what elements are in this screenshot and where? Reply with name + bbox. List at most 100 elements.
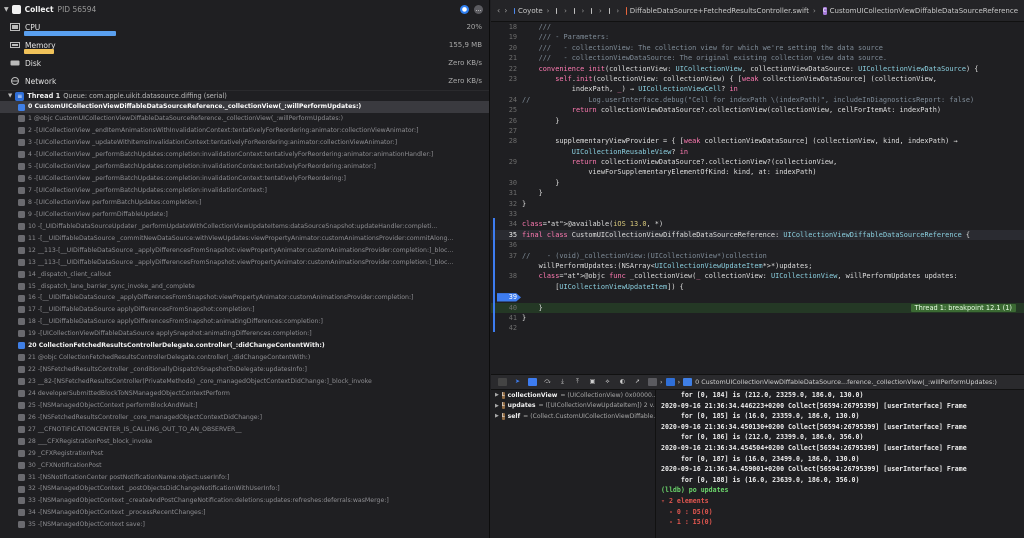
- stack-frame-row[interactable]: 35 -[NSManagedObjectContext save:]: [0, 519, 489, 531]
- stack-frame-row[interactable]: 3 -[UICollectionView _updateWithItemsInv…: [0, 137, 489, 149]
- disclosure-triangle-icon[interactable]: ▶: [495, 392, 499, 398]
- step-over-icon[interactable]: ⤼: [543, 378, 552, 386]
- code-line[interactable]: 33: [491, 209, 1024, 219]
- code-line[interactable]: 30 }: [491, 178, 1024, 188]
- stack-frame-row[interactable]: 9 -[UICollectionView performDiffableUpda…: [0, 208, 489, 220]
- code-line[interactable]: 29 return collectionViewDataSource?.coll…: [491, 157, 1024, 167]
- stack-frame-row[interactable]: 14 _dispatch_client_callout: [0, 268, 489, 280]
- stack-frame-row[interactable]: 18 -[__UIDiffableDataSource applyDiffere…: [0, 316, 489, 328]
- code-line[interactable]: 21 /// - collectionViewDataSource: The o…: [491, 53, 1024, 63]
- disclosure-triangle-icon[interactable]: ▶: [495, 403, 499, 409]
- code-line[interactable]: 40 } Thread 1: breakpoint 12.1 (1): [491, 302, 1024, 313]
- code-line[interactable]: 35 final class CustomUICollectionViewDiff…: [491, 229, 1024, 241]
- code-line[interactable]: 24 // Log.userInterface.debug("Cell for i…: [491, 95, 1024, 105]
- nav-forward-icon[interactable]: ›: [504, 6, 507, 15]
- stack-frame-row[interactable]: 23 __82-[NSFetchedResultsController(Priv…: [0, 376, 489, 388]
- stack-frame-row[interactable]: 16 -[__UIDiffableDataSource _applyDiffer…: [0, 292, 489, 304]
- disclosure-triangle-icon[interactable]: ▼: [8, 93, 12, 99]
- stack-frame-row[interactable]: 22 -[NSFetchedResultsController _conditi…: [0, 364, 489, 376]
- code-line[interactable]: 25 return collectionViewDataSource?.coll…: [491, 105, 1024, 115]
- gauge-memory[interactable]: Memory 155,9 MB: [0, 36, 489, 54]
- code-line[interactable]: 28 supplementaryViewProvider = { [weak c…: [491, 136, 1024, 146]
- code-line[interactable]: viewForSupplementaryElementOfKind: kind,…: [491, 167, 1024, 177]
- code-line[interactable]: 19 /// - Parameters:: [491, 32, 1024, 42]
- code-line[interactable]: willPerformUpdates:(NSArray<UICollection…: [491, 261, 1024, 271]
- code-line[interactable]: 41}: [491, 313, 1024, 323]
- stack-frame-row[interactable]: 0 CustomUICollectionViewDiffableDataSour…: [0, 101, 489, 113]
- stack-frame-row[interactable]: 30 _CFXNotificationPost: [0, 459, 489, 471]
- debug-frame-path[interactable]: 0 CustomUICollectionViewDiffableDataSour…: [695, 378, 997, 386]
- folder-icon[interactable]: [556, 7, 558, 14]
- stack-frame-row[interactable]: 8 -[UICollectionView performBatchUpdates…: [0, 197, 489, 209]
- code-line[interactable]: 22 convenience init(collectionView: UICo…: [491, 64, 1024, 74]
- thread-row[interactable]: ▼ ≡ Thread 1 Queue: com.apple.uikit.data…: [0, 90, 489, 101]
- stack-frame-row[interactable]: 7 -[UICollectionView _performBatchUpdate…: [0, 185, 489, 197]
- code-line[interactable]: 39: [491, 292, 1024, 302]
- folder-icon[interactable]: [591, 7, 592, 14]
- disclosure-triangle-icon[interactable]: ▼: [4, 6, 9, 13]
- step-into-icon[interactable]: ⤓: [558, 378, 567, 386]
- stack-frame-row[interactable]: 5 -[UICollectionView _performBatchUpdate…: [0, 161, 489, 173]
- code-line[interactable]: [UICollectionViewUpdateItem]) {: [491, 282, 1024, 292]
- code-line[interactable]: 32}: [491, 199, 1024, 209]
- code-line[interactable]: 36: [491, 240, 1024, 250]
- jump-project[interactable]: Coyote: [518, 7, 543, 15]
- variable-row[interactable]: ▶ Lself = (Collect.CustomUICollectionViewD…: [491, 411, 655, 422]
- continue-icon[interactable]: [528, 378, 537, 386]
- stack-frame-row[interactable]: 26 -[NSFetchedResultsController _core_ma…: [0, 411, 489, 423]
- folder-icon[interactable]: [573, 7, 575, 14]
- stack-frame-row[interactable]: 13 __113-[__UIDiffableDataSource _applyD…: [0, 256, 489, 268]
- disclosure-triangle-icon[interactable]: ▶: [495, 413, 499, 419]
- stack-frame-row[interactable]: 32 -[NSManagedObjectContext _postObjects…: [0, 483, 489, 495]
- stack-frame-row[interactable]: 28 ___CFXRegistrationPost_block_invoke: [0, 435, 489, 447]
- environment-overrides-icon[interactable]: ◐: [618, 378, 627, 386]
- gauge-cpu[interactable]: CPU 20%: [0, 18, 489, 36]
- process-options-icon[interactable]: …: [474, 4, 483, 14]
- stack-frame-row[interactable]: 27 __CFNOTIFICATIONCENTER_IS_CALLING_OUT…: [0, 423, 489, 435]
- stack-frame-row[interactable]: 1 @objc CustomUICollectionViewDiffableDa…: [0, 113, 489, 125]
- stack-frame-row[interactable]: 10 -[_UIDiffableDataSourceUpdater _perfo…: [0, 220, 489, 232]
- stack-frame-row[interactable]: 4 -[UICollectionView _performBatchUpdate…: [0, 149, 489, 161]
- code-line[interactable]: UICollectionReusableView? in: [491, 147, 1024, 157]
- code-line[interactable]: 38 class="at">@objc func _collectionView…: [491, 271, 1024, 281]
- stack-frame-row[interactable]: 31 -[NSNotificationCenter postNotificati…: [0, 471, 489, 483]
- simulate-location-icon[interactable]: ➚: [633, 378, 642, 386]
- stack-frame-row[interactable]: 19 -[UICollectionViewDiffableDataSource …: [0, 328, 489, 340]
- code-line[interactable]: 42: [491, 323, 1024, 333]
- folder-icon[interactable]: [608, 7, 610, 14]
- variable-row[interactable]: ▶ LcollectionView = (UICollectionView) 0x0…: [491, 390, 655, 401]
- code-line[interactable]: 31 }: [491, 188, 1024, 198]
- nav-back-icon[interactable]: ‹: [497, 6, 500, 15]
- code-line[interactable]: indexPath, _) → UICollectionViewCell? in: [491, 84, 1024, 94]
- gauge-disk[interactable]: Disk Zero KB/s: [0, 54, 489, 72]
- variable-row[interactable]: ▶ Lupdates = ([UICollectionViewUpdateItem]…: [491, 401, 655, 412]
- code-line[interactable]: 23 self.init(collectionView: collectionV…: [491, 74, 1024, 84]
- hide-debug-area-icon[interactable]: [498, 378, 507, 386]
- stack-frame-row[interactable]: 2 -[UICollectionView _endItemAnimationsW…: [0, 125, 489, 137]
- code-line[interactable]: 20 /// - collectionView: The collection …: [491, 43, 1024, 53]
- stack-frame-row[interactable]: 12 __113-[__UIDiffableDataSource _applyD…: [0, 244, 489, 256]
- breakpoints-toggle-icon[interactable]: ➤: [513, 378, 522, 386]
- code-line[interactable]: 26 }: [491, 116, 1024, 126]
- stack-frame-row[interactable]: 6 -[UICollectionView _performBatchUpdate…: [0, 173, 489, 185]
- view-debugger-icon[interactable]: ▣: [588, 378, 597, 386]
- code-line[interactable]: 18 ///: [491, 22, 1024, 32]
- stack-frame-row[interactable]: 29 _CFXRegistrationPost: [0, 447, 489, 459]
- stack-frame-row[interactable]: 21 @objc CollectionFetchedResultsControl…: [0, 352, 489, 364]
- code-line[interactable]: 37// - (void)_collectionView:(UICollecti…: [491, 251, 1024, 261]
- console-output[interactable]: for [0, 184] is (212.0, 23259.0, 186.0, …: [657, 390, 1024, 538]
- code-line[interactable]: 27: [491, 126, 1024, 136]
- stack-frame-row[interactable]: 15 _dispatch_lane_barrier_sync_invoke_an…: [0, 280, 489, 292]
- stack-frame-row[interactable]: 25 -[NSManagedObjectContext performBlock…: [0, 399, 489, 411]
- jump-symbol[interactable]: CustomUICollectionViewDiffableDataSource…: [830, 7, 1018, 15]
- jump-file[interactable]: DiffableDataSource+FetchedResultsControl…: [630, 7, 809, 15]
- step-out-icon[interactable]: ⤒: [573, 378, 582, 386]
- memory-graph-icon[interactable]: ⟡: [603, 378, 612, 386]
- source-editor[interactable]: 18 ///19 /// - Parameters: 20 /// - colle…: [491, 22, 1024, 374]
- memory-graph-icon[interactable]: ●: [460, 4, 469, 14]
- stack-frame-row[interactable]: 11 -[__UIDiffableDataSource _commitNewDa…: [0, 232, 489, 244]
- stack-frame-row[interactable]: 20 CollectionFetchedResultsControllerDel…: [0, 340, 489, 352]
- stack-frame-row[interactable]: 17 -[__UIDiffableDataSource applyDiffere…: [0, 304, 489, 316]
- stack-frame-row[interactable]: 34 -[NSManagedObjectContext _processRece…: [0, 507, 489, 519]
- gauge-network[interactable]: Network Zero KB/s: [0, 72, 489, 90]
